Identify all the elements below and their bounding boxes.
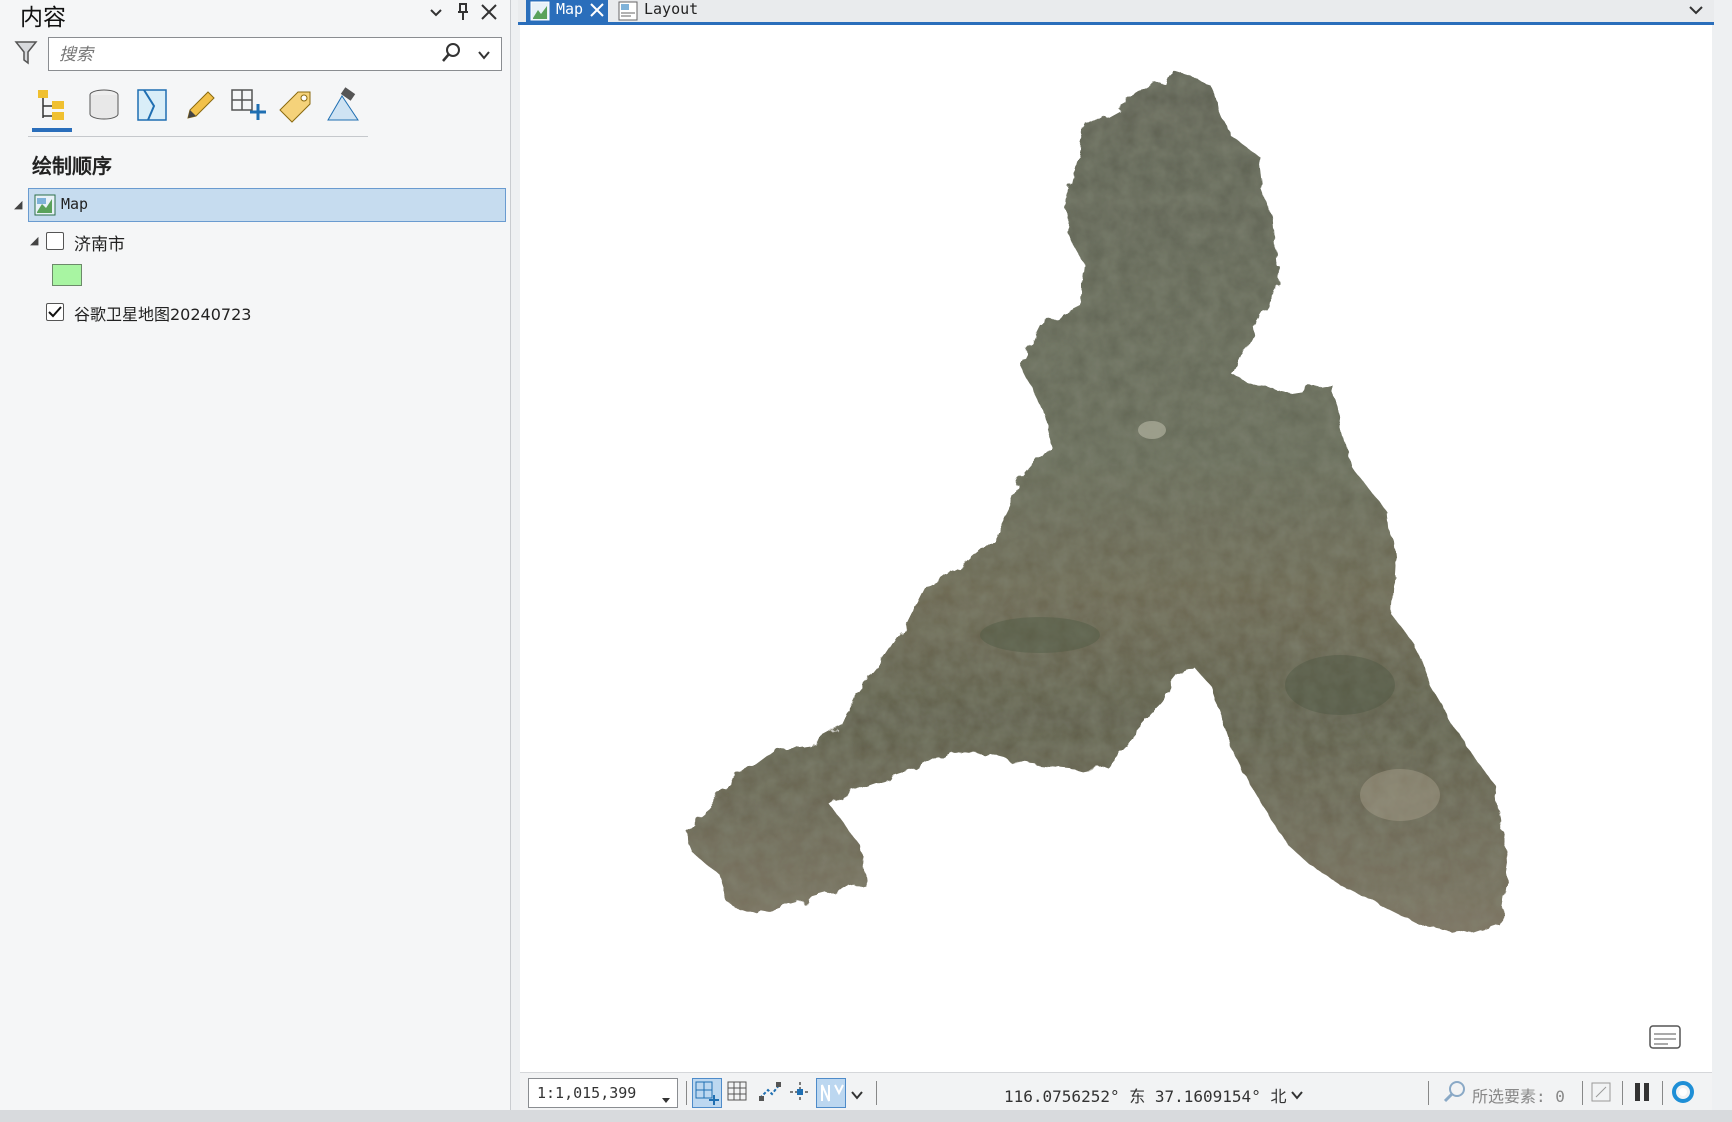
layer-label-satellite: 谷歌卫星地图20240723 <box>74 305 252 324</box>
tab-map[interactable]: Map <box>526 0 608 22</box>
layer-label-jinan: 济南市 <box>74 235 125 255</box>
map-tree-node[interactable]: Map <box>28 188 506 222</box>
view-tab-bar: Map Layout <box>518 0 1714 25</box>
clear-selection-icon[interactable] <box>1590 1081 1612 1107</box>
list-by-data-source-icon <box>84 89 124 128</box>
overview-panel-icon[interactable] <box>1648 1022 1682 1054</box>
scale-dropdown-icon[interactable] <box>661 1090 671 1109</box>
map-view-canvas[interactable] <box>520 25 1712 1072</box>
window-bottom-edge <box>0 1110 1732 1122</box>
map-collapse-expander[interactable]: ◢ <box>14 198 22 211</box>
rotation-button[interactable] <box>816 1078 846 1108</box>
filter-icon[interactable] <box>14 40 38 70</box>
layer-visibility-checkbox-jinan[interactable] <box>46 232 64 250</box>
map-tab-icon <box>530 1 550 25</box>
status-divider <box>876 1081 877 1105</box>
list-by-editing-icon <box>180 91 220 128</box>
constraints-icon <box>759 1082 781 1101</box>
satellite-imagery-jinan <box>685 73 1510 935</box>
refresh-icon[interactable] <box>1670 1079 1696 1109</box>
status-divider <box>1622 1081 1623 1105</box>
list-by-snapping-button[interactable] <box>228 86 268 128</box>
map-icon <box>34 194 56 220</box>
layer-collapse-expander[interactable]: ◢ <box>30 234 38 247</box>
constraints-button[interactable] <box>756 1078 786 1108</box>
snapping-button[interactable] <box>786 1078 816 1108</box>
list-by-labeling-button[interactable] <box>276 86 316 128</box>
list-by-perspective-imagery-icon <box>324 87 364 128</box>
coordinate-readout: 116.0756252° 东 37.1609154° 北 <box>1004 1087 1287 1106</box>
close-icon[interactable] <box>480 2 498 26</box>
coordinate-format-chevron-icon[interactable] <box>1290 1086 1304 1105</box>
map-options-chevron-icon[interactable] <box>850 1086 864 1105</box>
selected-features-icon[interactable] <box>1442 1079 1468 1109</box>
list-by-labeling-icon <box>276 91 316 128</box>
map-label: Map <box>61 195 89 213</box>
list-by-snapping-icon <box>228 89 268 128</box>
checkmark-icon <box>48 306 62 318</box>
list-by-perspective-imagery-button[interactable] <box>324 86 364 128</box>
list-by-drawing-order-button[interactable] <box>32 86 72 132</box>
status-divider <box>1582 1081 1583 1105</box>
selected-features-count: 所选要素: 0 <box>1472 1087 1565 1106</box>
tab-layout-label: Layout <box>644 0 699 18</box>
search-icon[interactable] <box>441 42 461 68</box>
pause-drawing-icon[interactable] <box>1632 1081 1652 1107</box>
list-by-editing-button[interactable] <box>180 86 220 128</box>
drawing-order-heading: 绘制顺序 <box>32 154 112 178</box>
tab-list-chevron-icon[interactable] <box>1688 2 1704 21</box>
list-by-data-source-button[interactable] <box>84 86 124 128</box>
list-by-drawing-order-icon <box>32 90 72 128</box>
status-divider <box>1428 1081 1429 1105</box>
fixed-zoom-button[interactable] <box>692 1078 722 1108</box>
tab-map-label: Map <box>556 0 584 18</box>
list-by-selection-icon <box>132 89 172 128</box>
scale-value: 1:1,015,399 <box>537 1084 637 1102</box>
map-status-bar: 1:1,015,399 116.0756252° 东 37.1609154° 北… <box>520 1072 1712 1111</box>
search-options-chevron-icon[interactable] <box>477 46 491 65</box>
search-field[interactable] <box>48 37 502 71</box>
status-divider <box>1662 1081 1663 1105</box>
close-tab-icon[interactable] <box>590 3 604 21</box>
tab-layout[interactable]: Layout <box>614 0 724 22</box>
scale-selector[interactable]: 1:1,015,399 <box>528 1078 678 1108</box>
layout-tab-icon <box>618 1 638 25</box>
contents-view-toolbar <box>28 82 368 137</box>
contents-pane: 内容 搜索 绘制顺序 ◢ Map ◢ 济南市 谷歌卫星地图20240723 <box>0 0 511 1110</box>
pin-icon[interactable] <box>456 2 470 26</box>
pane-options-chevron-icon[interactable] <box>428 2 444 26</box>
status-divider <box>686 1081 687 1105</box>
layer-symbol-swatch[interactable] <box>52 264 82 286</box>
grid-button[interactable] <box>724 1078 754 1108</box>
north-arrow-icon <box>821 1084 844 1102</box>
snapping-icon <box>790 1082 810 1102</box>
layer-visibility-checkbox-satellite[interactable] <box>46 303 64 321</box>
fixed-zoom-icon <box>695 1081 719 1105</box>
pane-title: 内容 <box>20 5 66 31</box>
grid-icon <box>727 1081 747 1101</box>
list-by-selection-button[interactable] <box>132 86 172 128</box>
search-input[interactable] <box>57 42 441 68</box>
